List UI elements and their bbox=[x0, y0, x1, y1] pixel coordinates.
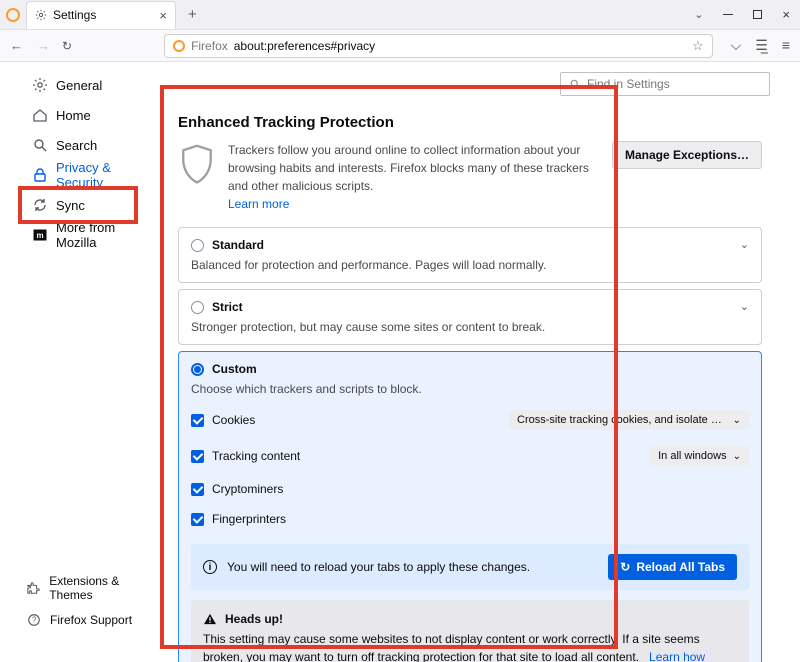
crypto-label: Cryptominers bbox=[212, 482, 283, 496]
manage-exceptions-button[interactable]: Manage Exceptions… bbox=[612, 141, 762, 169]
new-tab-button[interactable]: + bbox=[182, 6, 203, 23]
find-placeholder: Find in Settings bbox=[587, 77, 670, 91]
sidebar: General Home Search Privacy & Security bbox=[0, 62, 160, 662]
cookies-select[interactable]: Cross-site tracking cookies, and isolate… bbox=[509, 410, 749, 430]
search-icon bbox=[32, 137, 48, 153]
app-menu-icon[interactable]: ≡ bbox=[782, 37, 790, 54]
radio-strict[interactable] bbox=[191, 301, 204, 314]
warn-title: Heads up! bbox=[225, 610, 283, 628]
sidebar-item-label: Search bbox=[56, 138, 97, 153]
gear-icon bbox=[32, 77, 48, 93]
sidebar-item-label: Home bbox=[56, 108, 91, 123]
save-to-pocket-icon[interactable]: ⌵ bbox=[731, 37, 742, 54]
window-close-icon[interactable]: × bbox=[782, 7, 790, 22]
finger-label: Fingerprinters bbox=[212, 512, 286, 526]
url-path: about:preferences#privacy bbox=[234, 39, 375, 53]
section-title: Enhanced Tracking Protection bbox=[178, 114, 762, 131]
checkbox-fingerprinters[interactable] bbox=[191, 513, 204, 526]
custom-crypto-row: Cryptominers bbox=[191, 482, 749, 496]
lock-icon bbox=[32, 167, 48, 183]
sidebar-item-more[interactable]: m More from Mozilla bbox=[26, 220, 160, 250]
titlebar: Settings × + ⌄ × bbox=[0, 0, 800, 30]
info-icon: i bbox=[203, 560, 217, 574]
sync-icon bbox=[32, 197, 48, 213]
svg-text:?: ? bbox=[32, 616, 37, 625]
firefox-small-icon bbox=[173, 40, 185, 52]
sidebar-support-link[interactable]: ? Firefox Support bbox=[26, 612, 160, 628]
standard-title: Standard bbox=[212, 238, 264, 252]
radio-custom[interactable] bbox=[191, 363, 204, 376]
reload-icon[interactable]: ↻ bbox=[62, 39, 72, 53]
url-bar[interactable]: Firefox about:preferences#privacy ☆ bbox=[164, 34, 713, 58]
option-standard[interactable]: Standard ⌄ Balanced for protection and p… bbox=[178, 227, 762, 283]
intro-text: Trackers follow you around online to col… bbox=[228, 141, 590, 213]
learn-how-link[interactable]: Learn how bbox=[649, 650, 705, 662]
browser-tab[interactable]: Settings × bbox=[26, 1, 176, 29]
shield-icon bbox=[178, 143, 216, 187]
find-in-settings-input[interactable]: Find in Settings bbox=[560, 72, 770, 96]
option-strict[interactable]: Strict ⌄ Stronger protection, but may ca… bbox=[178, 289, 762, 345]
radio-standard[interactable] bbox=[191, 239, 204, 252]
gear-icon bbox=[35, 9, 47, 21]
sidebar-item-sync[interactable]: Sync bbox=[26, 190, 160, 220]
custom-tracking-row: Tracking content In all windows ⌄ bbox=[191, 446, 749, 466]
account-icon[interactable]: ☰̲ bbox=[755, 37, 768, 54]
support-label: Firefox Support bbox=[50, 613, 132, 627]
tracking-select[interactable]: In all windows ⌄ bbox=[650, 446, 749, 466]
reload-notice: i You will need to reload your tabs to a… bbox=[191, 544, 749, 590]
custom-desc: Choose which trackers and scripts to blo… bbox=[191, 382, 749, 396]
tabs-dropdown-icon[interactable]: ⌄ bbox=[694, 8, 703, 21]
strict-desc: Stronger protection, but may cause some … bbox=[191, 320, 749, 334]
custom-title: Custom bbox=[212, 362, 257, 376]
reload-icon: ↻ bbox=[620, 560, 630, 574]
extensions-label: Extensions & Themes bbox=[49, 574, 160, 602]
option-custom[interactable]: Custom Choose which trackers and scripts… bbox=[178, 351, 762, 662]
sidebar-item-home[interactable]: Home bbox=[26, 100, 160, 130]
sidebar-item-label: Sync bbox=[56, 198, 85, 213]
cookies-label: Cookies bbox=[212, 413, 255, 427]
warn-body: This setting may cause some websites to … bbox=[203, 632, 700, 662]
checkbox-cryptominers[interactable] bbox=[191, 483, 204, 496]
warning-icon bbox=[203, 613, 217, 625]
puzzle-icon bbox=[26, 580, 41, 596]
sidebar-item-privacy[interactable]: Privacy & Security bbox=[26, 160, 160, 190]
tab-title: Settings bbox=[53, 8, 96, 22]
chevron-down-icon: ⌄ bbox=[733, 451, 741, 462]
svg-text:m: m bbox=[36, 231, 43, 240]
sidebar-extensions-link[interactable]: Extensions & Themes bbox=[26, 574, 160, 602]
chevron-down-icon[interactable]: ⌄ bbox=[740, 238, 749, 251]
mozilla-icon: m bbox=[32, 227, 48, 243]
bookmark-star-icon[interactable]: ☆ bbox=[692, 38, 704, 54]
search-icon bbox=[569, 78, 581, 90]
learn-more-link[interactable]: Learn more bbox=[228, 197, 289, 211]
chevron-down-icon: ⌄ bbox=[733, 415, 741, 426]
sidebar-item-search[interactable]: Search bbox=[26, 130, 160, 160]
tracking-label: Tracking content bbox=[212, 449, 300, 463]
question-icon: ? bbox=[26, 612, 42, 628]
window-minimize-icon[interactable] bbox=[723, 14, 733, 15]
url-proto: Firefox bbox=[191, 39, 228, 53]
sidebar-item-label: More from Mozilla bbox=[56, 220, 154, 250]
firefox-logo-icon bbox=[6, 8, 20, 22]
standard-desc: Balanced for protection and performance.… bbox=[191, 258, 749, 272]
reload-notice-text: You will need to reload your tabs to app… bbox=[227, 559, 598, 576]
reload-all-tabs-button[interactable]: ↻ Reload All Tabs bbox=[608, 554, 737, 580]
sidebar-item-general[interactable]: General bbox=[26, 70, 160, 100]
heads-up-warning: Heads up! This setting may cause some we… bbox=[191, 600, 749, 662]
nav-forward-icon: → bbox=[37, 38, 50, 53]
custom-finger-row: Fingerprinters bbox=[191, 512, 749, 526]
sidebar-item-label: Privacy & Security bbox=[56, 160, 154, 190]
strict-title: Strict bbox=[212, 300, 243, 314]
tab-close-icon[interactable]: × bbox=[159, 8, 167, 23]
content-area: Find in Settings Enhanced Tracking Prote… bbox=[160, 62, 800, 662]
window-maximize-icon[interactable] bbox=[753, 10, 762, 19]
sidebar-item-label: General bbox=[56, 78, 102, 93]
toolbar: ← → ↻ Firefox about:preferences#privacy … bbox=[0, 30, 800, 62]
custom-cookies-row: Cookies Cross-site tracking cookies, and… bbox=[191, 410, 749, 430]
chevron-down-icon[interactable]: ⌄ bbox=[740, 300, 749, 313]
home-icon bbox=[32, 107, 48, 123]
checkbox-cookies[interactable] bbox=[191, 414, 204, 427]
nav-back-icon[interactable]: ← bbox=[10, 38, 23, 53]
checkbox-tracking[interactable] bbox=[191, 450, 204, 463]
